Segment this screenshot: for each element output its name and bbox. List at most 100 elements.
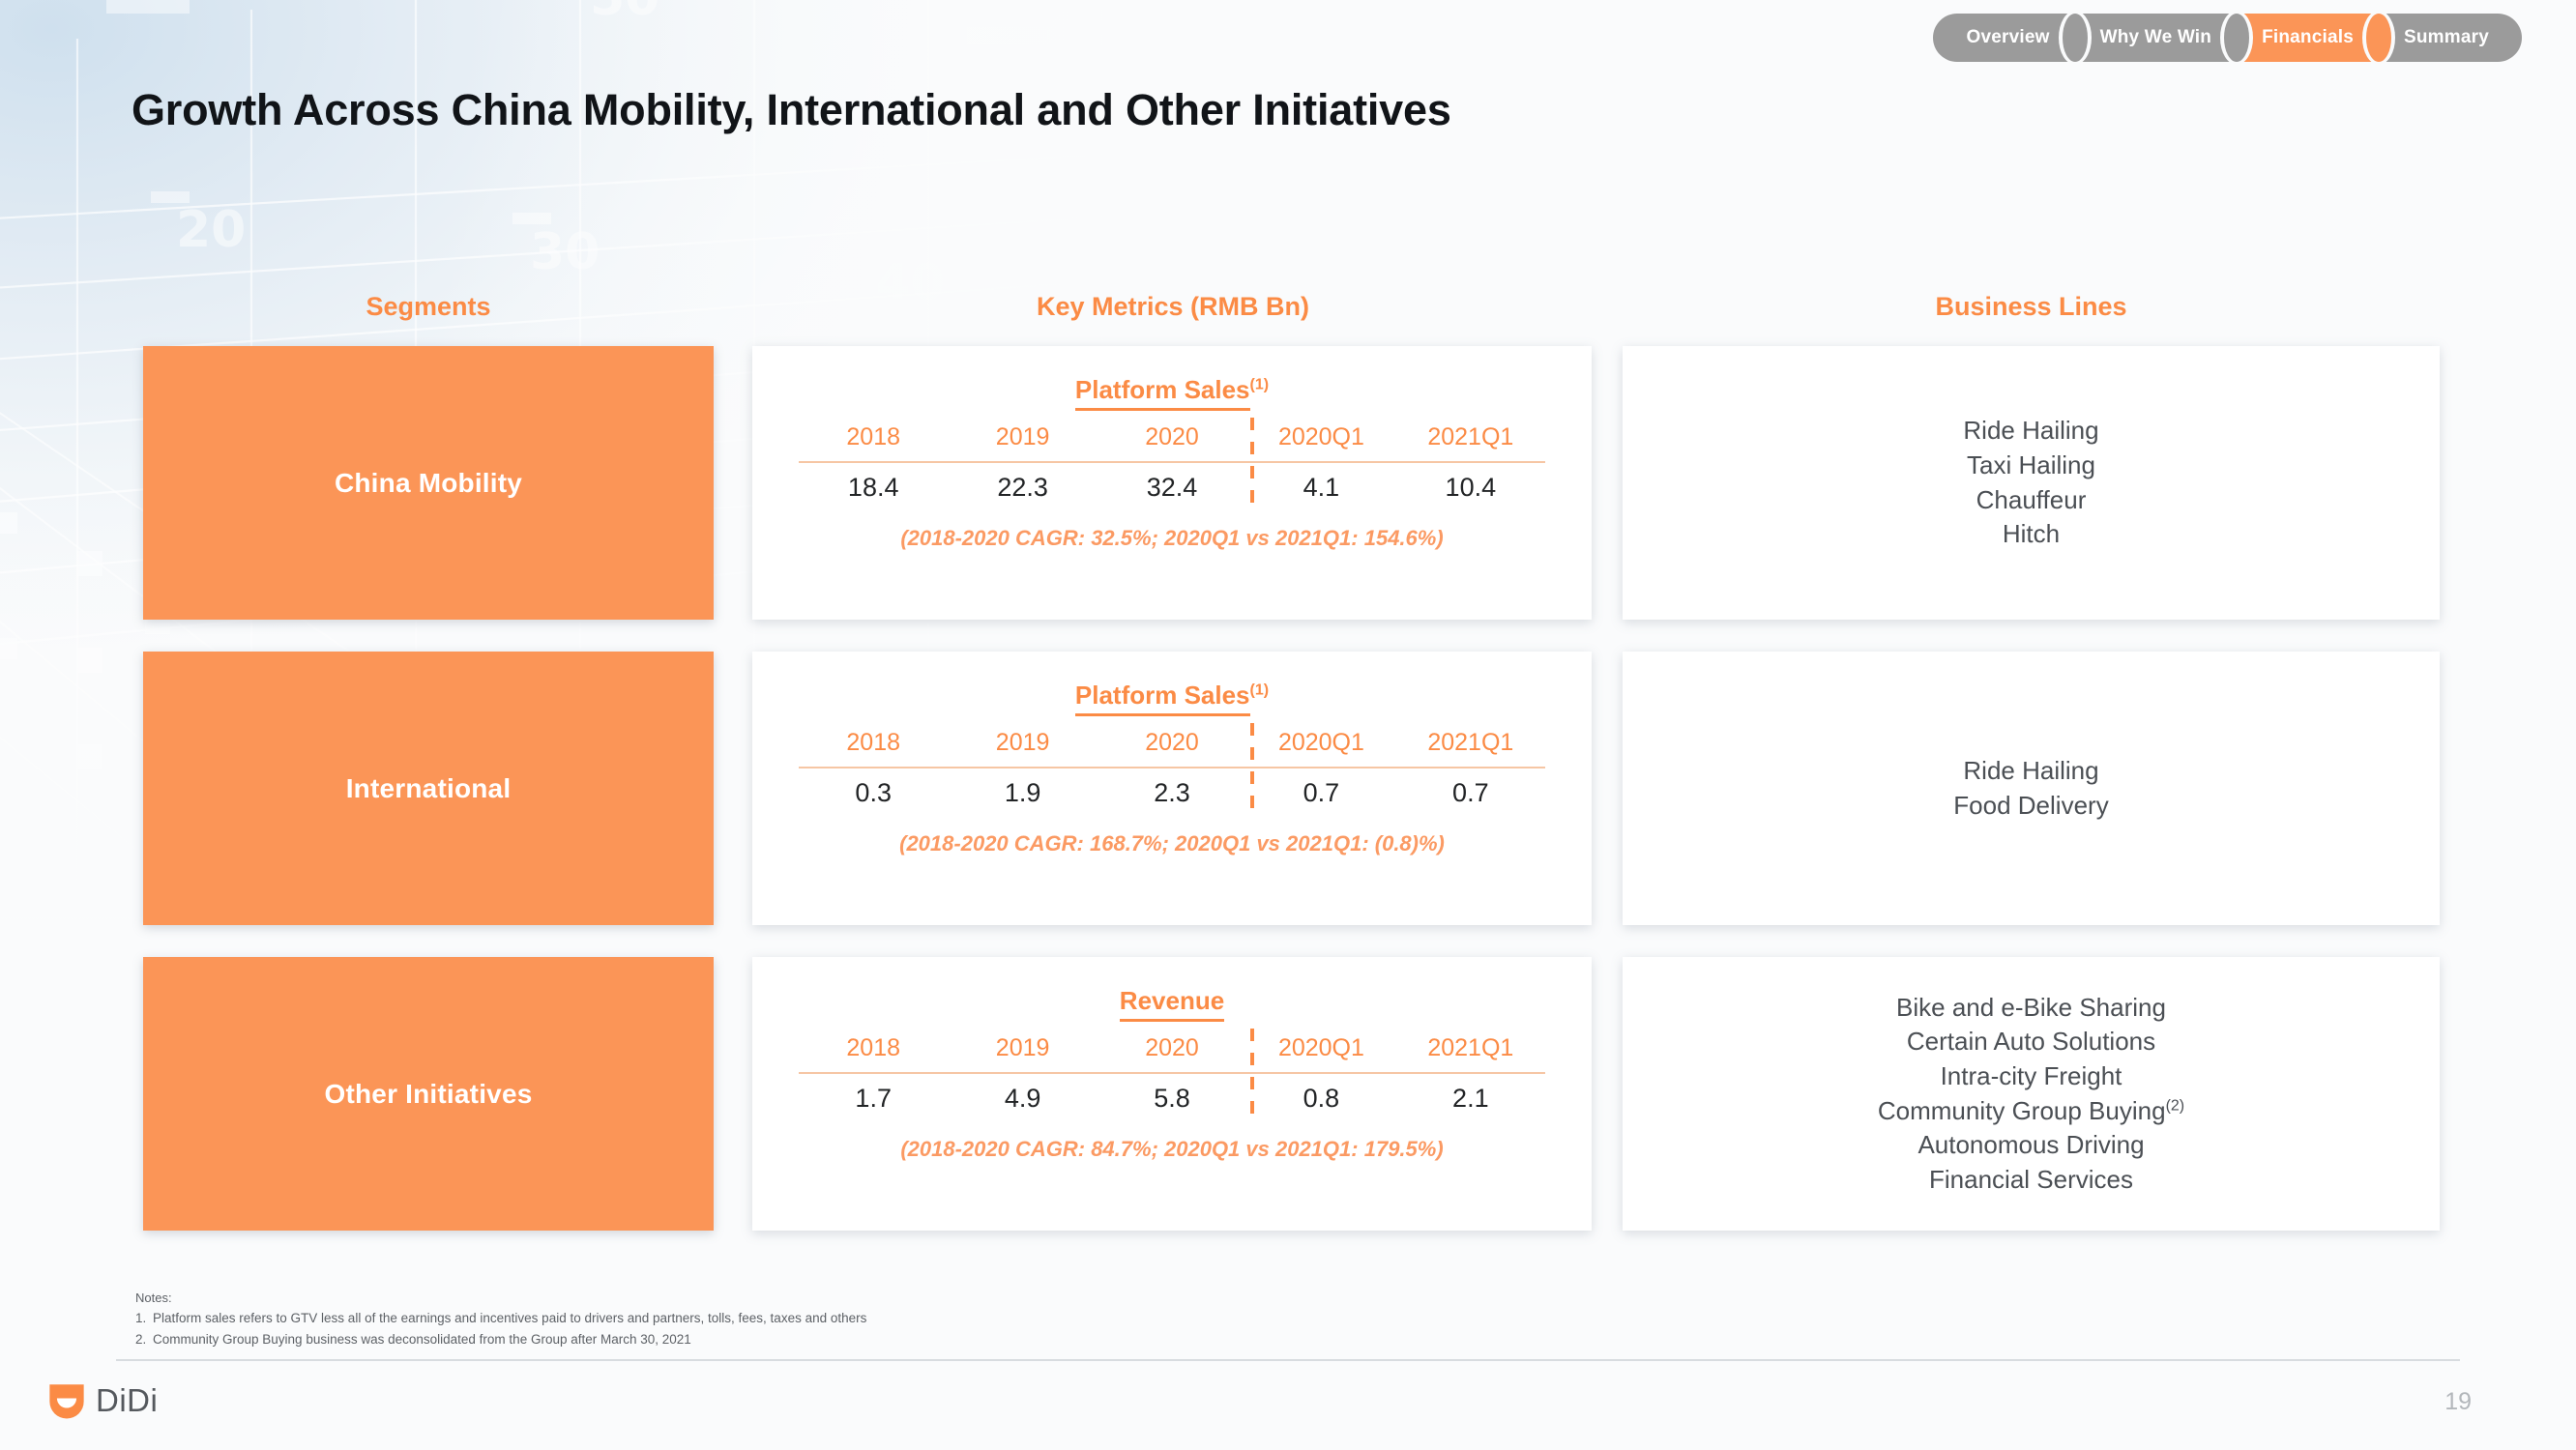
metric-title-text: Platform Sales (1074, 681, 1250, 716)
nav-item-why-we-win[interactable]: Why We Win (2074, 11, 2254, 65)
metric-period: 2020 (1145, 423, 1199, 450)
business-line-label: Ride Hailing (1963, 755, 2099, 785)
business-line-label: Bike and e-Bike Sharing (1896, 992, 2166, 1022)
business-line-label: Hitch (2002, 519, 2061, 549)
metric-growth-note: (2018-2020 CAGR: 32.5%; 2020Q1 vs 2021Q1… (900, 526, 1444, 550)
business-line-footnote-ref: (2) (2165, 1096, 2185, 1114)
business-lines-card-china-mobility: Ride Hailing Taxi Hailing Chauffeur Hitc… (1623, 346, 2440, 620)
business-line-label: Autonomous Driving (1917, 1130, 2145, 1160)
metric-table: 2018 2019 2020 2020Q1 2021Q1 18.4 22.3 3… (799, 418, 1545, 508)
metric-value: 2.1 (1452, 1084, 1489, 1113)
nav-chevron-cap-2 (2224, 14, 2250, 62)
nav-item-summary[interactable]: Summary (2379, 14, 2522, 62)
business-line-item: Autonomous Driving (1917, 1128, 2144, 1163)
business-line-item: Financial Services (1929, 1163, 2133, 1198)
column-header-business-lines: Business Lines (1935, 292, 2127, 321)
metric-period: 2021Q1 (1427, 1034, 1514, 1061)
nav-chevron-cap-1 (2062, 14, 2088, 62)
nav-chevron-cap-3 (2366, 14, 2391, 62)
business-line-item: Ride Hailing (1963, 754, 2098, 789)
didi-logo: DiDi (46, 1380, 158, 1421)
metric-table-value-row: 0.3 1.9 2.3 0.7 0.7 (799, 768, 1545, 808)
metric-period: 2018 (846, 423, 901, 450)
metric-card-international: Platform Sales(1) 2018 2019 2020 2020Q1 … (752, 652, 1592, 925)
didi-logo-text: DiDi (96, 1382, 159, 1418)
footnote-item: 2. Community Group Buying business was de… (135, 1329, 866, 1350)
annual-quarterly-divider (1250, 723, 1255, 814)
footnote-number: 2. (135, 1331, 147, 1347)
business-line-item: Certain Auto Solutions (1907, 1025, 2155, 1059)
metric-period: 2021Q1 (1427, 729, 1514, 756)
metric-value: 4.1 (1303, 473, 1340, 502)
footnote-text: Community Group Buying business was deco… (153, 1331, 691, 1347)
metric-table-header-row: 2018 2019 2020 2020Q1 2021Q1 (799, 1034, 1545, 1072)
metric-value: 2.3 (1154, 778, 1190, 807)
metric-value: 18.4 (847, 473, 899, 502)
metric-value: 0.7 (1303, 778, 1340, 807)
footer-divider (116, 1359, 2460, 1361)
annual-quarterly-divider (1250, 1029, 1255, 1119)
segment-box-china-mobility[interactable]: China Mobility (143, 346, 714, 620)
segment-box-international[interactable]: International (143, 652, 714, 925)
business-line-item: Ride Hailing (1963, 414, 2098, 449)
metric-period: 2020Q1 (1277, 423, 1364, 450)
metric-value: 4.9 (1004, 1084, 1041, 1113)
metric-card-china-mobility: Platform Sales(1) 2018 2019 2020 2020Q1 … (752, 346, 1592, 620)
nav-item-label: Financials (2262, 27, 2354, 47)
footnote-item: 1. Platform sales refers to GTV less all … (135, 1308, 866, 1329)
footnote-number: 1. (135, 1311, 147, 1326)
metric-period: 2020 (1145, 729, 1199, 756)
business-line-item: Bike and e-Bike Sharing (1896, 991, 2166, 1026)
segment-row: Other Initiatives Revenue 2018 2019 2020… (143, 957, 2440, 1231)
metric-card-other-initiatives: Revenue 2018 2019 2020 2020Q1 2021Q1 1.7… (752, 957, 1592, 1231)
business-line-label: Chauffeur (1976, 484, 2087, 514)
business-line-label: Taxi Hailing (1967, 450, 2095, 479)
metric-table-header-row: 2018 2019 2020 2020Q1 2021Q1 (799, 729, 1545, 767)
page-title: Growth Across China Mobility, Internatio… (132, 85, 1451, 134)
metric-title: Revenue (752, 986, 1592, 1022)
metric-value: 10.4 (1445, 473, 1497, 502)
business-line-item: Hitch (2003, 517, 2060, 552)
segment-label: International (345, 772, 512, 803)
business-line-label: Certain Auto Solutions (1906, 1027, 2156, 1057)
segment-row: International Platform Sales(1) 2018 201… (143, 652, 2440, 925)
metric-table-header-row: 2018 2019 2020 2020Q1 2021Q1 (799, 423, 1545, 461)
metric-title-footnote-ref: (1) (1249, 682, 1270, 699)
metric-value: 1.9 (1004, 778, 1041, 807)
business-line-label: Intra-city Freight (1940, 1060, 2122, 1090)
metric-title-text: Platform Sales (1074, 375, 1250, 411)
business-line-item: Community Group Buying(2) (1878, 1094, 2184, 1129)
metric-value: 0.8 (1303, 1084, 1340, 1113)
segment-box-other-initiatives[interactable]: Other Initiatives (143, 957, 714, 1231)
footnotes: Notes: 1. Platform sales refers to GTV le… (135, 1288, 866, 1350)
business-line-label: Community Group Buying (1877, 1095, 2166, 1125)
annual-quarterly-divider (1250, 418, 1255, 508)
metric-period: 2020 (1145, 1034, 1199, 1061)
slide: 50 40 20 30 40 Overview Why We Win Finan… (0, 0, 2576, 1450)
metric-table-value-row: 1.7 4.9 5.8 0.8 2.1 (799, 1074, 1545, 1114)
business-line-label: Financial Services (1929, 1164, 2133, 1194)
metric-table-value-row: 18.4 22.3 32.4 4.1 10.4 (799, 463, 1545, 503)
metric-value: 5.8 (1154, 1084, 1190, 1113)
business-line-label: Food Delivery (1953, 790, 2109, 820)
metric-title: Platform Sales(1) (752, 375, 1592, 411)
segment-row: China Mobility Platform Sales(1) 2018 20… (143, 346, 2440, 620)
metric-period: 2018 (846, 1034, 901, 1061)
business-line-item: Chauffeur (1976, 483, 2087, 518)
business-line-item: Taxi Hailing (1967, 449, 2095, 483)
metric-period: 2019 (995, 729, 1050, 756)
metric-growth-note: (2018-2020 CAGR: 168.7%; 2020Q1 vs 2021Q… (899, 831, 1445, 856)
segment-label: Other Initiatives (324, 1078, 533, 1109)
nav-item-financials[interactable]: Financials (2237, 11, 2395, 65)
business-line-item: Intra-city Freight (1941, 1059, 2122, 1094)
column-header-key-metrics: Key Metrics (RMB Bn) (1036, 292, 1310, 321)
metric-period: 2018 (846, 729, 901, 756)
page-number: 19 (2444, 1388, 2472, 1415)
column-header-segments: Segments (366, 292, 491, 321)
metric-period: 2019 (995, 1034, 1050, 1061)
metric-title-text: Revenue (1119, 986, 1225, 1022)
nav-item-label: Overview (1966, 27, 2050, 47)
metric-title: Platform Sales(1) (752, 681, 1592, 716)
nav-item-overview[interactable]: Overview (1933, 11, 2092, 65)
nav-item-label: Why We Win (2099, 27, 2212, 47)
